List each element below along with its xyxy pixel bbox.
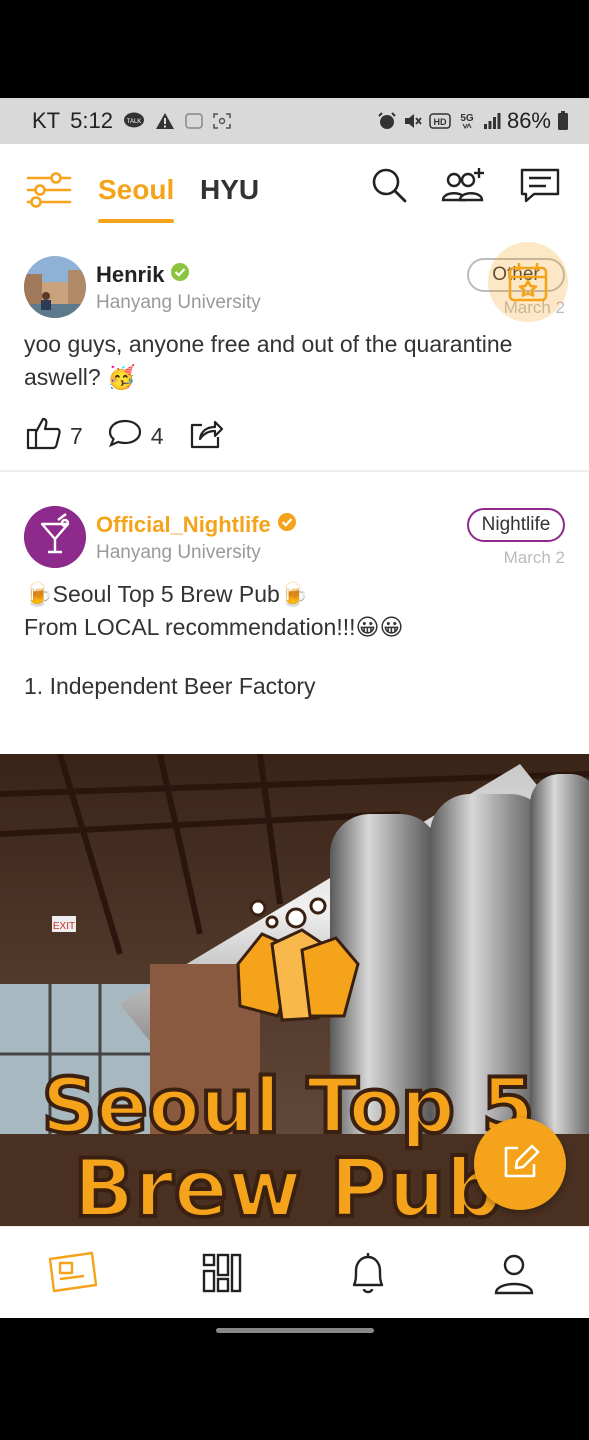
post-author[interactable]: Henrik <box>96 262 190 288</box>
bottom-nav <box>0 1226 589 1318</box>
top-bar: Seoul HYU <box>0 144 589 234</box>
5g-icon: 5G <box>457 111 477 131</box>
post-text-line: From LOCAL recommendation!!!😀😀 <box>24 614 404 640</box>
nav-notifications[interactable] <box>346 1249 398 1297</box>
compose-button[interactable] <box>474 1118 566 1210</box>
nav-profile[interactable] <box>492 1249 544 1297</box>
svg-text:5G: 5G <box>460 113 474 124</box>
filter-icon[interactable] <box>26 170 72 210</box>
author-name: Official_Nightlife <box>96 512 271 537</box>
category-badge[interactable]: Nightlife <box>467 508 565 542</box>
comment-count: 4 <box>150 422 164 449</box>
profile-icon <box>492 1254 536 1301</box>
edit-icon <box>498 1140 542 1189</box>
like-button[interactable]: 7 <box>26 416 83 456</box>
comment-icon <box>107 418 143 454</box>
share-icon <box>188 417 224 455</box>
nav-feed[interactable] <box>46 1249 100 1297</box>
hd-icon: HD <box>429 113 451 129</box>
app-screen: Seoul HYU Henrik Hanyang University Othe… <box>0 144 589 1226</box>
share-button[interactable] <box>188 417 224 455</box>
comment-button[interactable]: 4 <box>107 418 164 454</box>
nfc-icon <box>185 113 203 129</box>
screenshot-icon <box>213 113 231 129</box>
battery-icon <box>557 111 569 131</box>
image-title-line-1: Seoul Top 5 <box>42 1061 535 1150</box>
author-university: Hanyang University <box>96 292 261 313</box>
tab-seoul[interactable]: Seoul <box>98 174 174 206</box>
author-university: Hanyang University <box>96 542 261 563</box>
feed-icon <box>46 1251 100 1301</box>
image-title-line-2: Brew Pub <box>73 1142 502 1226</box>
mute-icon <box>403 112 423 130</box>
tab-hyu[interactable]: HYU <box>200 174 259 206</box>
clock: 5:12 <box>70 108 113 133</box>
exit-sign: EXIT <box>53 921 75 932</box>
like-count: 7 <box>70 422 83 449</box>
search-icon[interactable] <box>368 164 412 208</box>
post-divider <box>0 470 589 472</box>
post-actions: 7 4 <box>26 416 248 456</box>
signal-icon <box>483 112 501 130</box>
carrier-label: KT <box>32 108 61 133</box>
author-name: Henrik <box>96 262 165 287</box>
post-date: March 2 <box>503 548 565 567</box>
add-friend-icon[interactable] <box>440 164 488 208</box>
bell-icon <box>346 1253 390 1301</box>
messages-icon[interactable] <box>518 164 562 208</box>
status-bar: KT 5:12 TALK HD 5G 86% <box>0 98 589 144</box>
alarm-icon <box>377 111 397 131</box>
post-text: yoo guys, anyone free and out of the qua… <box>24 331 513 390</box>
post-text-line: 🍺Seoul Top 5 Brew Pub🍺 <box>24 581 309 607</box>
avatar[interactable] <box>24 506 86 568</box>
system-nav-area <box>0 1318 589 1440</box>
post-text-line: 1. Independent Beer Factory <box>24 673 316 699</box>
svg-text:TALK: TALK <box>127 119 142 125</box>
warning-icon <box>155 112 175 130</box>
like-icon <box>26 416 62 456</box>
talk-icon: TALK <box>123 112 145 130</box>
battery-percent: 86% <box>506 108 551 133</box>
calendar-overlay-icon[interactable] <box>488 242 568 322</box>
verified-badge-icon <box>277 512 297 538</box>
home-indicator[interactable] <box>216 1328 374 1333</box>
active-tab-indicator <box>98 219 174 223</box>
verified-badge-icon <box>170 262 190 288</box>
post-author[interactable]: Official_Nightlife <box>96 512 297 538</box>
top-black-area <box>0 0 589 98</box>
avatar[interactable] <box>24 256 86 318</box>
nav-boards[interactable] <box>200 1249 252 1297</box>
boards-icon <box>200 1253 244 1301</box>
svg-text:HD: HD <box>433 117 446 127</box>
